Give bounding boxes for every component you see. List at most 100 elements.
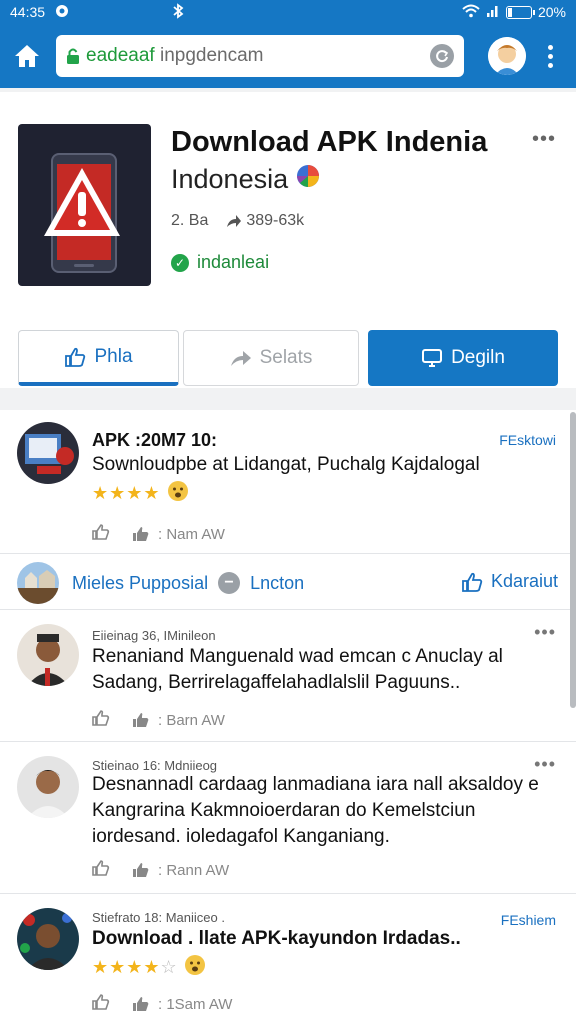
minus-icon[interactable]: − xyxy=(218,572,241,594)
post-avatar xyxy=(17,624,79,686)
app-icon xyxy=(18,124,151,286)
post-item[interactable]: Stiefrato 18: Maniiceo . FEshiem Downloa… xyxy=(0,894,576,1024)
app-subtitle: Indonesia xyxy=(171,164,320,195)
app-downloads: 389-63k xyxy=(226,212,304,230)
check-icon: ✓ xyxy=(171,253,189,272)
like-button[interactable]: Phla xyxy=(18,330,179,386)
reload-icon xyxy=(436,50,449,63)
share-action[interactable]: : Nam AW xyxy=(132,526,225,543)
post-action-label: : Nam AW xyxy=(158,525,225,543)
download-button-label: Degiln xyxy=(451,347,505,368)
menu-button[interactable] xyxy=(548,44,553,68)
app-meta: 2. Ba 389-63k xyxy=(171,212,304,230)
thumbs-up-icon xyxy=(462,572,483,592)
notification-icon xyxy=(55,4,69,21)
post-actions: : Nam AW xyxy=(92,524,225,544)
share-button[interactable]: Selats xyxy=(183,330,359,386)
share-button-label: Selats xyxy=(259,347,313,368)
post-meta: Stiefrato 18: Maniiceo . xyxy=(92,910,225,925)
thumbs-share-icon xyxy=(133,713,149,727)
thumbs-share-icon xyxy=(133,527,149,541)
share-action[interactable]: : 1Sam AW xyxy=(132,996,232,1013)
post-actions: : Barn AW xyxy=(92,710,225,730)
app-verified-label: indanleai xyxy=(197,252,270,272)
post-title: APK :20M7 10: xyxy=(92,430,218,450)
thumbs-share-icon xyxy=(133,997,149,1011)
post-body: Desnannadl cardaag lanmadiana iara nall … xyxy=(92,774,539,847)
lock-icon xyxy=(66,47,80,65)
signal-icon xyxy=(486,4,500,21)
post-avatar xyxy=(17,908,79,970)
url-path: inpgdencam xyxy=(154,45,264,66)
post-tag[interactable]: FEsktowi xyxy=(499,432,556,448)
app-card: Download APK Indenia Indonesia ••• 2. Ba… xyxy=(0,92,576,388)
app-verified: ✓ indanleai xyxy=(171,252,269,273)
status-bar: 44:35 20% xyxy=(0,0,576,24)
bar-label-text: Mieles Pupposial xyxy=(72,572,209,593)
post-body: Download . llate APK-kayundon Irdadas.. xyxy=(92,928,461,949)
app-size: 2. Ba xyxy=(171,212,209,229)
post-actions: : 1Sam AW xyxy=(92,994,232,1014)
bar-avatar xyxy=(17,562,59,604)
url-bar[interactable]: eadeaaf inpgdencam xyxy=(56,35,464,77)
post-action-label: : Rann AW xyxy=(158,861,230,879)
section-bar[interactable]: Mieles Pupposial − Lncton Kdaraiut xyxy=(0,554,576,610)
rating-stars: ★★★★ xyxy=(92,957,161,977)
bar-action[interactable]: Kdaraiut xyxy=(461,571,558,592)
share-arrow-icon xyxy=(227,215,242,227)
like-button-label: Phla xyxy=(94,345,133,367)
post-item[interactable]: APK :20M7 10: FEsktowi Sownloudpbe at Li… xyxy=(0,410,576,554)
like-icon[interactable] xyxy=(92,994,110,1014)
share-action[interactable]: : Barn AW xyxy=(132,712,225,729)
post-avatar xyxy=(17,756,79,818)
browser-toolbar: eadeaaf inpgdencam xyxy=(0,24,576,88)
bar-label[interactable]: Mieles Pupposial − Lncton xyxy=(72,572,304,594)
app-downloads-value: 389-63k xyxy=(246,212,305,229)
like-icon[interactable] xyxy=(92,860,110,880)
bar-far-right: Kdaraiut xyxy=(490,571,558,591)
like-icon[interactable] xyxy=(92,524,110,544)
rating-stars: ★★★★ xyxy=(92,483,161,503)
battery-icon xyxy=(505,5,535,19)
post-action-label: : Barn AW xyxy=(158,711,225,729)
warning-phone-icon xyxy=(44,153,120,273)
thumbs-up-icon xyxy=(65,347,86,367)
colorful-globe-icon xyxy=(296,164,320,195)
wifi-icon xyxy=(462,4,480,21)
rating-star-empty: ☆ xyxy=(160,957,178,977)
thumbs-share-icon xyxy=(133,863,149,877)
url-text[interactable]: eadeaaf inpgdencam xyxy=(86,45,424,67)
like-icon[interactable] xyxy=(92,710,110,730)
post-meta: Stieinao 16: Mdniieog xyxy=(92,758,218,773)
profile-avatar[interactable] xyxy=(488,37,526,75)
post-rating: ★★★★ xyxy=(92,480,189,507)
share-icon xyxy=(230,351,251,366)
bar-right-label: Lncton xyxy=(250,572,305,593)
post-actions: : Rann AW xyxy=(92,860,229,880)
home-button[interactable] xyxy=(10,39,44,73)
post-avatar xyxy=(17,422,79,484)
app-subtitle-text: Indonesia xyxy=(171,164,289,194)
post-item[interactable]: Eiieinag 36, IMinileon ••• Renaniand Man… xyxy=(0,610,576,742)
scrollbar[interactable] xyxy=(570,412,576,708)
post-body: Sownloudpbe at Lidangat, Puchalg Kajdalo… xyxy=(92,454,480,475)
monitor-icon xyxy=(422,349,443,367)
feed: APK :20M7 10: FEsktowi Sownloudpbe at Li… xyxy=(0,410,576,1024)
post-action-label: : 1Sam AW xyxy=(158,995,233,1013)
app-more-options[interactable]: ••• xyxy=(532,128,556,151)
emoji-icon xyxy=(167,480,189,507)
post-item[interactable]: Stieinao 16: Mdniieog ••• Desnannadl car… xyxy=(0,742,576,894)
user-avatar-icon xyxy=(488,37,526,75)
share-action[interactable]: : Rann AW xyxy=(132,862,229,879)
status-time: 44:35 xyxy=(10,4,46,20)
emoji-icon xyxy=(184,954,206,981)
post-more-options[interactable]: ••• xyxy=(534,622,556,643)
download-button[interactable]: Degiln xyxy=(368,330,558,386)
url-host: eadeaaf xyxy=(86,45,155,66)
home-icon xyxy=(15,45,39,67)
post-body: Renaniand Manguenald wad emcan c Anuclay… xyxy=(92,646,503,693)
reload-button[interactable] xyxy=(430,44,454,68)
post-rating: ★★★★☆ xyxy=(92,954,206,981)
app-title: Download APK Indenia xyxy=(171,126,488,158)
post-meta: Eiieinag 36, IMinileon xyxy=(92,628,216,643)
